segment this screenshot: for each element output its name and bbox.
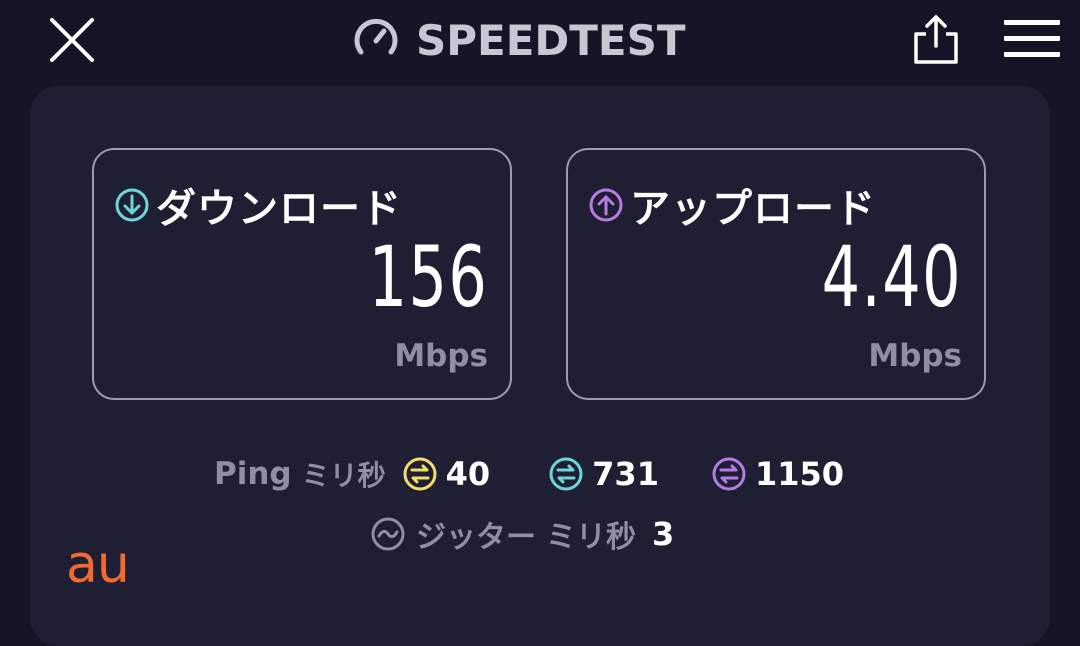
download-arrow-icon [115, 188, 149, 222]
app-title: SPEEDTEST [416, 15, 686, 65]
carrier-name: au [66, 535, 130, 595]
ping-upload: 1150 [711, 455, 844, 493]
jitter-value: 3 [652, 515, 675, 553]
upload-arrow-icon [589, 188, 623, 222]
download-header: ダウンロード [114, 176, 402, 234]
ping-idle-icon [403, 457, 437, 491]
menu-button[interactable] [1002, 18, 1062, 60]
share-icon [914, 15, 958, 64]
jitter-label: ジッター [416, 520, 536, 555]
close-button[interactable] [46, 14, 98, 66]
share-button[interactable] [908, 12, 964, 68]
upload-speed-unit: Mbps [868, 338, 962, 374]
ping-label: Ping [214, 456, 292, 492]
speedtest-logo: SPEEDTEST [350, 12, 686, 68]
speedometer-icon [354, 18, 398, 55]
download-label: ダウンロード [156, 186, 402, 232]
upload-speed-value: 4.40 [821, 228, 962, 326]
ping-idle-value: 40 [445, 455, 491, 493]
jitter-unit: ミリ秒 [546, 520, 636, 555]
jitter-wave-icon [371, 517, 405, 551]
ping-download: 731 [548, 455, 659, 493]
download-card: ダウンロード 156 Mbps [92, 148, 512, 400]
ping-row: Ping ミリ秒 40 731 1150 [214, 448, 844, 500]
download-speed-unit: Mbps [394, 338, 488, 374]
ping-download-value: 731 [592, 455, 659, 493]
hamburger-menu-icon [1004, 20, 1060, 57]
top-bar: SPEEDTEST [0, 0, 1080, 80]
ping-download-icon [549, 457, 583, 491]
upload-label: アップロード [630, 186, 876, 232]
ping-idle: 40 [402, 455, 491, 493]
ping-unit: ミリ秒 [301, 459, 386, 492]
jitter-row: ジッター ミリ秒 3 [370, 510, 674, 558]
close-icon [50, 18, 94, 62]
ping-upload-value: 1150 [754, 455, 845, 493]
upload-header: アップロード [588, 176, 876, 234]
download-speed-value: 156 [368, 228, 488, 326]
upload-card: アップロード 4.40 Mbps [566, 148, 986, 400]
ping-upload-icon [712, 457, 746, 491]
